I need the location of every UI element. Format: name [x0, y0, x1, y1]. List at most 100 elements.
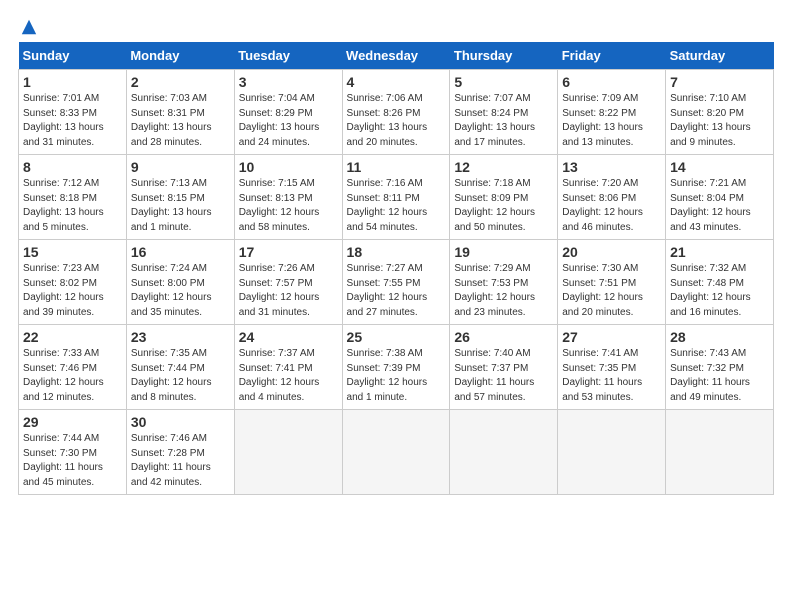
- day-info: Sunrise: 7:20 AM Sunset: 8:06 PM Dayligh…: [562, 177, 661, 235]
- day-number: 29: [23, 414, 122, 430]
- calendar-cell: 21 Sunrise: 7:32 AM Sunset: 7:48 PM Dayli…: [666, 240, 774, 325]
- day-number: 11: [347, 159, 446, 175]
- day-number: 9: [131, 159, 230, 175]
- day-number: 12: [454, 159, 553, 175]
- day-number: 7: [670, 74, 769, 90]
- calendar-table: SundayMondayTuesdayWednesdayThursdayFrid…: [18, 42, 774, 495]
- header: [18, 18, 774, 32]
- calendar-cell: [558, 410, 666, 495]
- day-info: Sunrise: 7:37 AM Sunset: 7:41 PM Dayligh…: [239, 347, 338, 405]
- day-info: Sunrise: 7:10 AM Sunset: 8:20 PM Dayligh…: [670, 92, 769, 150]
- day-number: 21: [670, 244, 769, 260]
- day-info: Sunrise: 7:12 AM Sunset: 8:18 PM Dayligh…: [23, 177, 122, 235]
- day-number: 30: [131, 414, 230, 430]
- day-number: 5: [454, 74, 553, 90]
- calendar-cell: [234, 410, 342, 495]
- day-info: Sunrise: 7:23 AM Sunset: 8:02 PM Dayligh…: [23, 262, 122, 320]
- col-header-wednesday: Wednesday: [342, 42, 450, 70]
- calendar-cell: 13 Sunrise: 7:20 AM Sunset: 8:06 PM Dayli…: [558, 155, 666, 240]
- day-info: Sunrise: 7:35 AM Sunset: 7:44 PM Dayligh…: [131, 347, 230, 405]
- calendar-cell: 10 Sunrise: 7:15 AM Sunset: 8:13 PM Dayli…: [234, 155, 342, 240]
- day-info: Sunrise: 7:38 AM Sunset: 7:39 PM Dayligh…: [347, 347, 446, 405]
- calendar-cell: 7 Sunrise: 7:10 AM Sunset: 8:20 PM Daylig…: [666, 70, 774, 155]
- calendar-cell: 20 Sunrise: 7:30 AM Sunset: 7:51 PM Dayli…: [558, 240, 666, 325]
- day-number: 26: [454, 329, 553, 345]
- day-number: 25: [347, 329, 446, 345]
- day-info: Sunrise: 7:46 AM Sunset: 7:28 PM Dayligh…: [131, 432, 230, 490]
- calendar-cell: 8 Sunrise: 7:12 AM Sunset: 8:18 PM Daylig…: [19, 155, 127, 240]
- day-number: 8: [23, 159, 122, 175]
- day-number: 17: [239, 244, 338, 260]
- day-number: 22: [23, 329, 122, 345]
- day-info: Sunrise: 7:33 AM Sunset: 7:46 PM Dayligh…: [23, 347, 122, 405]
- logo: [18, 18, 38, 32]
- calendar-cell: 30 Sunrise: 7:46 AM Sunset: 7:28 PM Dayli…: [126, 410, 234, 495]
- calendar-cell: 25 Sunrise: 7:38 AM Sunset: 7:39 PM Dayli…: [342, 325, 450, 410]
- day-info: Sunrise: 7:18 AM Sunset: 8:09 PM Dayligh…: [454, 177, 553, 235]
- day-info: Sunrise: 7:06 AM Sunset: 8:26 PM Dayligh…: [347, 92, 446, 150]
- calendar-cell: 3Sunrise: 7:04 AM Sunset: 8:29 PM Daylig…: [234, 70, 342, 155]
- day-number: 16: [131, 244, 230, 260]
- col-header-thursday: Thursday: [450, 42, 558, 70]
- day-info: Sunrise: 7:07 AM Sunset: 8:24 PM Dayligh…: [454, 92, 553, 150]
- calendar-cell: 14 Sunrise: 7:21 AM Sunset: 8:04 PM Dayli…: [666, 155, 774, 240]
- calendar-cell: [342, 410, 450, 495]
- calendar-cell: 28 Sunrise: 7:43 AM Sunset: 7:32 PM Dayli…: [666, 325, 774, 410]
- calendar-cell: 4Sunrise: 7:06 AM Sunset: 8:26 PM Daylig…: [342, 70, 450, 155]
- day-number: 10: [239, 159, 338, 175]
- calendar-cell: 16 Sunrise: 7:24 AM Sunset: 8:00 PM Dayli…: [126, 240, 234, 325]
- day-info: Sunrise: 7:21 AM Sunset: 8:04 PM Dayligh…: [670, 177, 769, 235]
- calendar-cell: 2 Sunrise: 7:03 AM Sunset: 8:31 PM Daylig…: [126, 70, 234, 155]
- day-info: Sunrise: 7:15 AM Sunset: 8:13 PM Dayligh…: [239, 177, 338, 235]
- day-info: Sunrise: 7:29 AM Sunset: 7:53 PM Dayligh…: [454, 262, 553, 320]
- calendar-cell: 6 Sunrise: 7:09 AM Sunset: 8:22 PM Daylig…: [558, 70, 666, 155]
- calendar-cell: 23 Sunrise: 7:35 AM Sunset: 7:44 PM Dayli…: [126, 325, 234, 410]
- day-info: Sunrise: 7:04 AM Sunset: 8:29 PM Dayligh…: [239, 92, 338, 150]
- day-number: 13: [562, 159, 661, 175]
- calendar-cell: 19 Sunrise: 7:29 AM Sunset: 7:53 PM Dayli…: [450, 240, 558, 325]
- day-info: Sunrise: 7:03 AM Sunset: 8:31 PM Dayligh…: [131, 92, 230, 150]
- day-number: 24: [239, 329, 338, 345]
- calendar-cell: 26 Sunrise: 7:40 AM Sunset: 7:37 PM Dayli…: [450, 325, 558, 410]
- col-header-friday: Friday: [558, 42, 666, 70]
- day-info: Sunrise: 7:01 AM Sunset: 8:33 PM Dayligh…: [23, 92, 122, 150]
- calendar-cell: 15 Sunrise: 7:23 AM Sunset: 8:02 PM Dayli…: [19, 240, 127, 325]
- day-number: 23: [131, 329, 230, 345]
- day-info: Sunrise: 7:27 AM Sunset: 7:55 PM Dayligh…: [347, 262, 446, 320]
- day-info: Sunrise: 7:40 AM Sunset: 7:37 PM Dayligh…: [454, 347, 553, 405]
- day-info: Sunrise: 7:30 AM Sunset: 7:51 PM Dayligh…: [562, 262, 661, 320]
- day-number: 28: [670, 329, 769, 345]
- day-info: Sunrise: 7:09 AM Sunset: 8:22 PM Dayligh…: [562, 92, 661, 150]
- calendar-cell: 24 Sunrise: 7:37 AM Sunset: 7:41 PM Dayli…: [234, 325, 342, 410]
- calendar-cell: 9 Sunrise: 7:13 AM Sunset: 8:15 PM Daylig…: [126, 155, 234, 240]
- calendar-cell: 27 Sunrise: 7:41 AM Sunset: 7:35 PM Dayli…: [558, 325, 666, 410]
- calendar-cell: 1 Sunrise: 7:01 AM Sunset: 8:33 PM Daylig…: [19, 70, 127, 155]
- calendar-cell: 18 Sunrise: 7:27 AM Sunset: 7:55 PM Dayli…: [342, 240, 450, 325]
- day-info: Sunrise: 7:32 AM Sunset: 7:48 PM Dayligh…: [670, 262, 769, 320]
- day-info: Sunrise: 7:16 AM Sunset: 8:11 PM Dayligh…: [347, 177, 446, 235]
- day-info: Sunrise: 7:44 AM Sunset: 7:30 PM Dayligh…: [23, 432, 122, 490]
- calendar-cell: 12 Sunrise: 7:18 AM Sunset: 8:09 PM Dayli…: [450, 155, 558, 240]
- day-number: 27: [562, 329, 661, 345]
- day-number: 15: [23, 244, 122, 260]
- day-number: 6: [562, 74, 661, 90]
- day-number: 2: [131, 74, 230, 90]
- day-number: 19: [454, 244, 553, 260]
- day-info: Sunrise: 7:41 AM Sunset: 7:35 PM Dayligh…: [562, 347, 661, 405]
- day-info: Sunrise: 7:24 AM Sunset: 8:00 PM Dayligh…: [131, 262, 230, 320]
- day-number: 14: [670, 159, 769, 175]
- day-number: 20: [562, 244, 661, 260]
- col-header-sunday: Sunday: [19, 42, 127, 70]
- page: SundayMondayTuesdayWednesdayThursdayFrid…: [0, 0, 792, 505]
- day-info: Sunrise: 7:13 AM Sunset: 8:15 PM Dayligh…: [131, 177, 230, 235]
- calendar-cell: 11 Sunrise: 7:16 AM Sunset: 8:11 PM Dayli…: [342, 155, 450, 240]
- calendar-cell: 29 Sunrise: 7:44 AM Sunset: 7:30 PM Dayli…: [19, 410, 127, 495]
- col-header-monday: Monday: [126, 42, 234, 70]
- logo-icon: [20, 18, 38, 36]
- calendar-cell: 22 Sunrise: 7:33 AM Sunset: 7:46 PM Dayli…: [19, 325, 127, 410]
- day-number: 18: [347, 244, 446, 260]
- day-number: 1: [23, 74, 122, 90]
- calendar-cell: [666, 410, 774, 495]
- col-header-saturday: Saturday: [666, 42, 774, 70]
- day-info: Sunrise: 7:43 AM Sunset: 7:32 PM Dayligh…: [670, 347, 769, 405]
